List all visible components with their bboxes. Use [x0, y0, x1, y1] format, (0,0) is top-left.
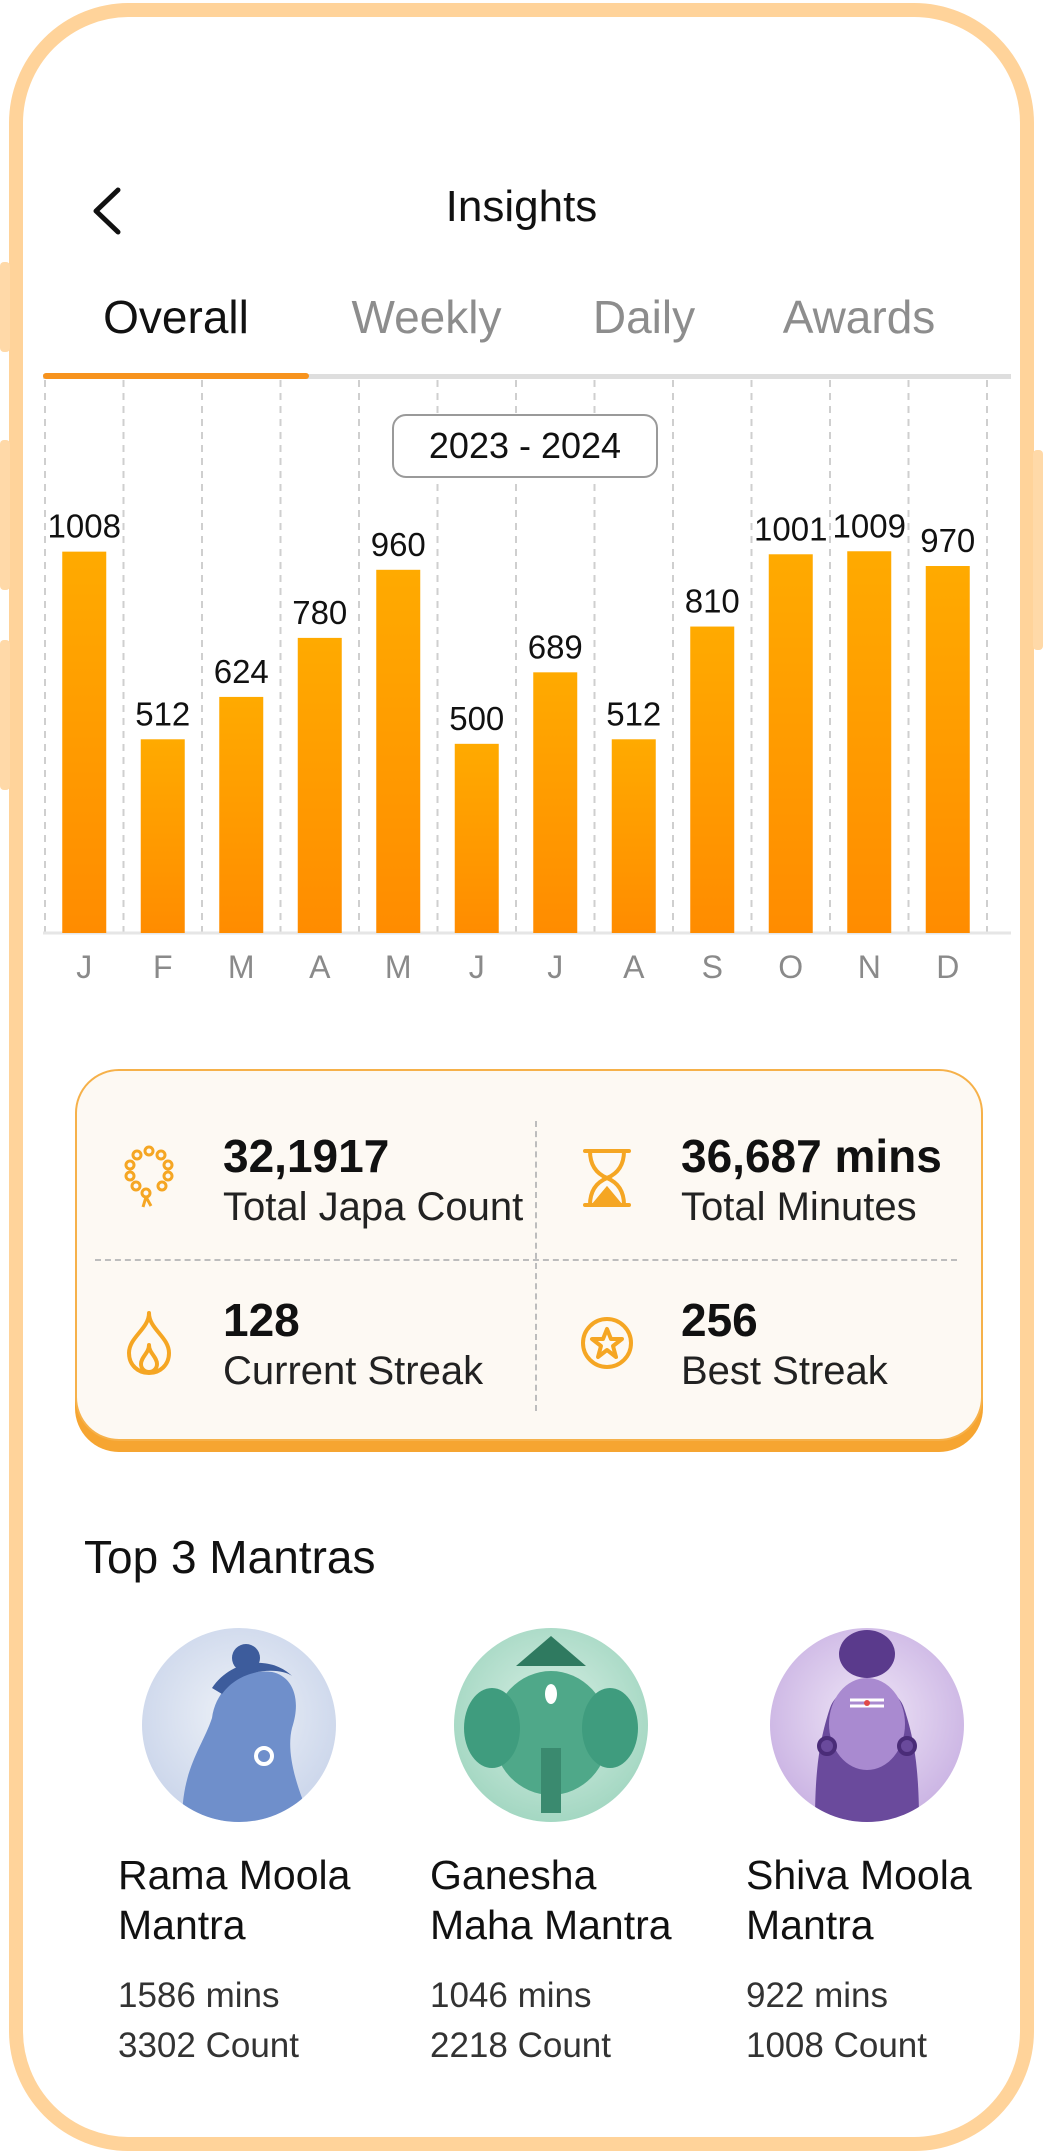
data-label: 970 [920, 522, 975, 559]
mantra-count: 1008 Count [746, 2026, 927, 2065]
x-tick-label: O [778, 949, 803, 985]
stat-current-streak: 128 Current Streak [119, 1273, 559, 1413]
x-tick-label: M [228, 949, 255, 985]
side-button [0, 640, 10, 790]
stat-value: 32,1917 [223, 1130, 390, 1182]
year-range-selector[interactable]: 2023 - 2024 [392, 414, 658, 478]
data-label: 512 [135, 695, 190, 732]
tab-overall[interactable]: Overall [43, 290, 309, 344]
bar[interactable] [140, 739, 185, 933]
side-button [0, 262, 10, 352]
stat-value: 256 [681, 1294, 758, 1346]
x-tick-label: D [936, 949, 959, 985]
monthly-bar-chart: 1008 J 512 F 624 M 780 A 960 M 500 J 689 J 512 A 810 S 100… [43, 380, 1011, 990]
mantra-name: Rama Moola Mantra [118, 1852, 351, 1948]
star-circle-icon [581, 1317, 633, 1369]
data-label: 689 [528, 628, 583, 665]
data-label: 780 [292, 594, 347, 631]
side-button [0, 440, 10, 590]
bar[interactable] [219, 696, 264, 933]
mala-beads-icon [124, 1145, 174, 1208]
tab-active-indicator [43, 373, 309, 379]
section-title: Top 3 Mantras [84, 1531, 376, 1583]
bar[interactable] [690, 626, 735, 933]
stat-label: Total Japa Count [223, 1185, 524, 1229]
x-tick-label: M [385, 949, 412, 985]
stat-label: Current Streak [223, 1349, 484, 1393]
data-label: 960 [371, 526, 426, 563]
mantra-minutes: 922 mins [746, 1976, 889, 2015]
x-tick-label: A [623, 949, 645, 985]
x-tick-label: J [469, 949, 485, 985]
x-tick-label: F [153, 949, 173, 985]
stats-card: 32,1917 Total Japa Count 36,687 mins Tot… [75, 1069, 983, 1441]
mantra-name: Ganesha Maha Mantra [430, 1852, 672, 1948]
mantra-minutes: 1586 mins [118, 1976, 280, 2015]
ganesha-avatar [454, 1628, 648, 1822]
hourglass-icon [583, 1149, 631, 1207]
mantra-count: 2218 Count [430, 2026, 611, 2065]
stat-total-japa: 32,1917 Total Japa Count [119, 1109, 559, 1249]
bar[interactable] [611, 739, 656, 933]
tab-weekly[interactable]: Weekly [309, 290, 544, 344]
data-label: 512 [606, 695, 661, 732]
x-tick-label: J [547, 949, 563, 985]
stat-label: Total Minutes [681, 1185, 917, 1229]
stat-value: 128 [223, 1294, 300, 1346]
bar[interactable] [847, 551, 892, 933]
mantra-count: 3302 Count [118, 2026, 299, 2065]
bar[interactable] [62, 551, 107, 933]
data-label: 500 [449, 700, 504, 737]
data-label: 1001 [754, 510, 827, 547]
x-tick-label: J [76, 949, 92, 985]
bar[interactable] [376, 569, 421, 933]
tab-bar: Overall Weekly Daily Awards [43, 290, 1011, 380]
stat-best-streak: 256 Best Streak [577, 1273, 1017, 1413]
bar[interactable] [533, 672, 578, 933]
x-tick-label: A [309, 949, 331, 985]
data-label: 1009 [833, 507, 906, 544]
x-tick-label: N [858, 949, 881, 985]
tab-awards[interactable]: Awards [744, 290, 974, 344]
mantra-card[interactable]: Shiva Moola Mantra 922 mins 1008 Count [746, 1628, 1043, 2068]
mantra-name: Shiva Moola Mantra [746, 1852, 972, 1948]
x-tick-label: S [702, 949, 723, 985]
data-label: 810 [685, 583, 740, 620]
mantra-card[interactable]: Rama Moola Mantra 1586 mins 3302 Count [118, 1628, 418, 2068]
data-label: 1008 [48, 508, 121, 545]
bar[interactable] [454, 743, 499, 933]
divider [95, 1259, 957, 1261]
mantra-minutes: 1046 mins [430, 1976, 592, 2015]
stat-total-minutes: 36,687 mins Total Minutes [577, 1109, 1017, 1249]
page-title: Insights [445, 182, 598, 231]
stat-label: Best Streak [681, 1349, 888, 1393]
stat-value: 36,687 mins [681, 1130, 942, 1182]
mantra-card[interactable]: Ganesha Maha Mantra 1046 mins 2218 Count [430, 1628, 730, 2068]
data-label: 624 [214, 653, 269, 690]
bar[interactable] [768, 554, 813, 933]
side-button [1033, 450, 1043, 650]
bar[interactable] [925, 566, 970, 933]
flame-icon [127, 1311, 171, 1375]
bar[interactable] [297, 637, 342, 933]
rama-avatar [142, 1628, 336, 1822]
shiva-avatar [770, 1628, 964, 1822]
tab-daily[interactable]: Daily [544, 290, 744, 344]
